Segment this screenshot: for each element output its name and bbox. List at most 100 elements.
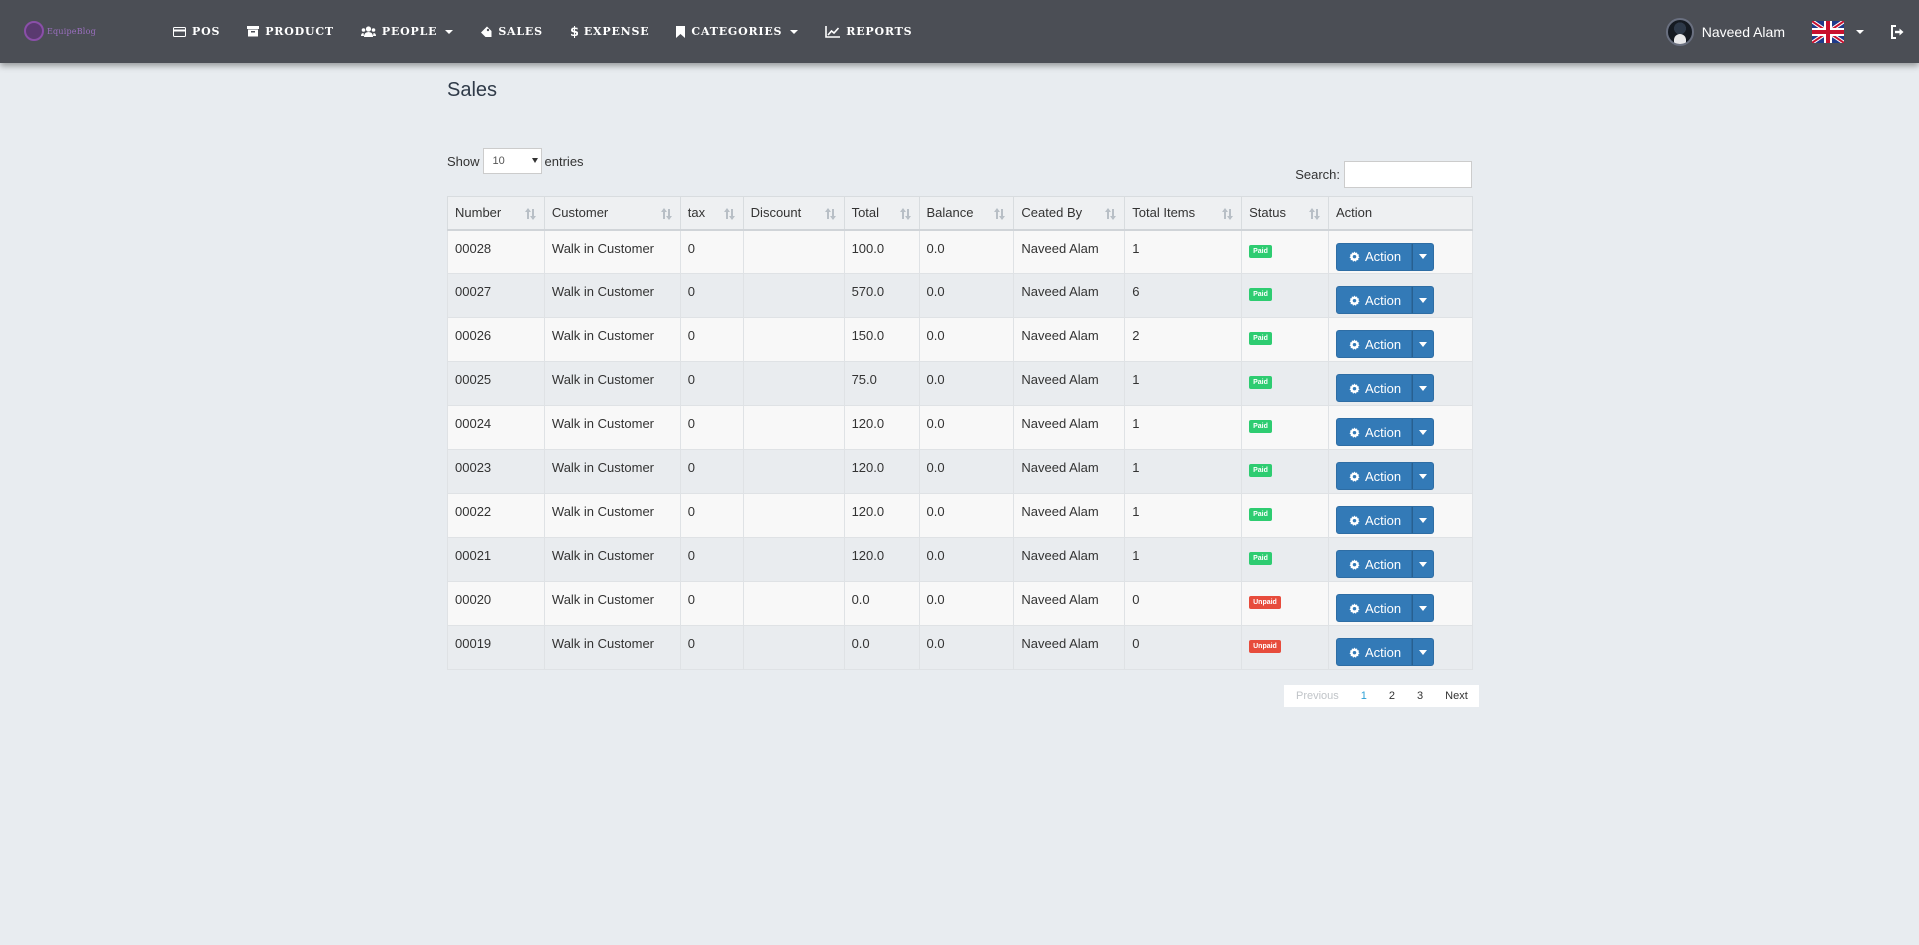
- chevron-down-icon: [790, 29, 799, 34]
- brand-logo[interactable]: EquipeBlog: [24, 18, 96, 44]
- nav-item-expense[interactable]: $ EXPENSE: [570, 25, 650, 38]
- action-dropdown-toggle[interactable]: [1412, 330, 1435, 358]
- caret-down-icon: [1419, 473, 1428, 479]
- action-dropdown-toggle[interactable]: [1412, 506, 1435, 534]
- status-badge: Paid: [1249, 376, 1272, 389]
- nav-item-pos[interactable]: POS: [173, 25, 220, 38]
- action-button[interactable]: Action: [1336, 374, 1413, 402]
- nav-item-product[interactable]: PRODUCT: [247, 25, 334, 38]
- cell-created-by: Naveed Alam: [1013, 493, 1126, 538]
- status-badge: Paid: [1249, 420, 1272, 433]
- nav-item-categories[interactable]: CATEGORIES: [676, 25, 799, 38]
- nav-item-people[interactable]: PEOPLE: [360, 25, 454, 38]
- column-header-customer[interactable]: Customer: [543, 196, 681, 231]
- nav-item-sales[interactable]: SALES: [480, 25, 543, 38]
- sort-icon: [824, 208, 836, 220]
- action-dropdown-toggle[interactable]: [1412, 462, 1435, 490]
- cell-customer: Walk in Customer: [543, 625, 681, 670]
- action-button-group: Action: [1336, 286, 1435, 314]
- sort-icon: [1105, 208, 1117, 220]
- nav-label-people: PEOPLE: [381, 25, 438, 38]
- gear-icon: [1349, 470, 1360, 482]
- cell-status: Paid: [1241, 449, 1330, 494]
- column-header-number[interactable]: Number: [447, 196, 545, 231]
- pagination-page-1[interactable]: 1: [1350, 685, 1378, 707]
- caret-down-icon: [1419, 341, 1428, 347]
- cell-status: Unpaid: [1241, 581, 1330, 626]
- search-input[interactable]: [1344, 161, 1472, 188]
- cell-items: 0: [1124, 581, 1243, 626]
- uk-flag-icon[interactable]: [1812, 20, 1844, 43]
- nav-label-categories: CATEGORIES: [691, 25, 783, 38]
- action-button-group: Action: [1336, 242, 1435, 271]
- action-button[interactable]: Action: [1336, 418, 1413, 446]
- action-dropdown-toggle[interactable]: [1412, 594, 1435, 622]
- user-name[interactable]: Naveed Alam: [1702, 24, 1785, 40]
- avatar[interactable]: [1665, 17, 1694, 46]
- action-dropdown-toggle[interactable]: [1412, 418, 1435, 446]
- cell-status: Paid: [1241, 361, 1330, 406]
- main-nav: POS PRODUCT PEOPLE SALES $ EXPENSE CATEG…: [173, 0, 939, 63]
- action-button-label: Action: [1365, 468, 1402, 484]
- cell-tax: 0: [679, 625, 744, 670]
- cell-discount: [742, 229, 845, 274]
- nav-label-product: PRODUCT: [265, 25, 334, 38]
- cell-action: Action: [1328, 449, 1473, 494]
- table-row: 00021 Walk in Customer 0 120.0 0.0 Naveed Ala…: [447, 537, 1473, 582]
- action-dropdown-toggle[interactable]: [1412, 286, 1435, 314]
- cell-action: Action: [1328, 229, 1473, 274]
- action-button-group: Action: [1336, 638, 1435, 666]
- cell-customer: Walk in Customer: [543, 317, 681, 362]
- action-button[interactable]: Action: [1336, 286, 1413, 314]
- action-dropdown-toggle[interactable]: [1412, 374, 1435, 402]
- cell-items: 2: [1124, 317, 1243, 362]
- cell-total: 150.0: [843, 317, 920, 362]
- cell-items: 1: [1124, 537, 1243, 582]
- action-button[interactable]: Action: [1336, 638, 1413, 666]
- cell-number: 00022: [447, 493, 545, 538]
- cell-total: 100.0: [843, 229, 920, 274]
- entries-select[interactable]: 10: [482, 148, 542, 174]
- column-header-total-items[interactable]: Total Items: [1124, 196, 1243, 231]
- column-header-discount[interactable]: Discount: [742, 196, 845, 231]
- cell-balance: 0.0: [918, 449, 1015, 494]
- action-dropdown-toggle[interactable]: [1412, 638, 1435, 666]
- cell-created-by: Naveed Alam: [1013, 273, 1126, 318]
- action-button[interactable]: Action: [1336, 242, 1413, 271]
- language-dropdown-chevron-icon[interactable]: [1856, 29, 1864, 34]
- column-header-balance[interactable]: Balance: [918, 196, 1015, 231]
- pagination-next[interactable]: Next: [1434, 685, 1479, 707]
- cell-number: 00025: [447, 361, 545, 406]
- pagination-page-3[interactable]: 3: [1406, 685, 1434, 707]
- show-label: Show: [447, 153, 480, 169]
- cell-balance: 0.0: [918, 273, 1015, 318]
- cell-balance: 0.0: [918, 581, 1015, 626]
- action-button[interactable]: Action: [1336, 594, 1413, 622]
- cell-status: Unpaid: [1241, 625, 1330, 670]
- action-button[interactable]: Action: [1336, 506, 1413, 534]
- column-header-created-by[interactable]: Ceated By: [1013, 196, 1126, 231]
- action-button[interactable]: Action: [1336, 462, 1413, 490]
- bookmark-icon: [676, 25, 686, 38]
- cell-customer: Walk in Customer: [543, 449, 681, 494]
- action-button[interactable]: Action: [1336, 330, 1413, 358]
- cell-customer: Walk in Customer: [543, 537, 681, 582]
- cell-customer: Walk in Customer: [543, 273, 681, 318]
- cell-status: Paid: [1241, 493, 1330, 538]
- cell-action: Action: [1328, 273, 1473, 318]
- pagination-previous: Previous: [1296, 690, 1339, 702]
- column-header-tax[interactable]: tax: [679, 196, 744, 231]
- action-dropdown-toggle[interactable]: [1412, 550, 1435, 578]
- caret-down-icon: [1419, 429, 1428, 435]
- action-dropdown-toggle[interactable]: [1412, 242, 1435, 271]
- table-row: 00026 Walk in Customer 0 150.0 0.0 Naveed Ala…: [447, 317, 1473, 362]
- pagination-page-2[interactable]: 2: [1378, 685, 1406, 707]
- status-badge: Paid: [1249, 552, 1272, 565]
- column-header-total[interactable]: Total: [843, 196, 920, 231]
- pagination: Previous 1 2 3 Next: [1284, 685, 1479, 707]
- action-button[interactable]: Action: [1336, 550, 1413, 578]
- column-header-status[interactable]: Status: [1241, 196, 1330, 231]
- logout-icon[interactable]: [1890, 24, 1905, 39]
- cell-balance: 0.0: [918, 317, 1015, 362]
- nav-item-reports[interactable]: REPORTS: [825, 25, 912, 38]
